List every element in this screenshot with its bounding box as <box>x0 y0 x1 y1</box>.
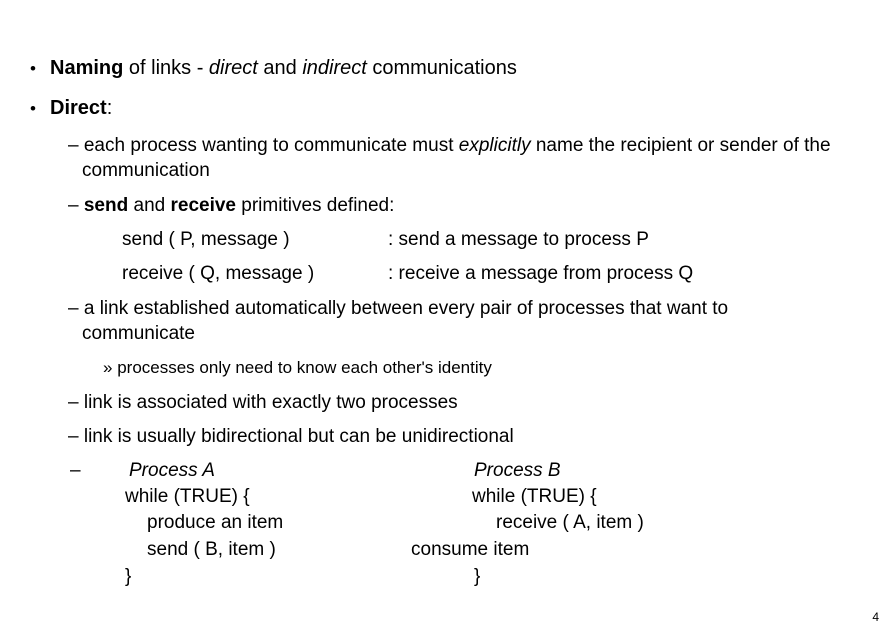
bullet-naming-plain2: and <box>257 57 303 79</box>
process-b-line-4: } <box>474 566 481 587</box>
subbullet-primitives-defined: – send and receive primitives defined: <box>68 193 872 218</box>
process-a-line-1: while (TRUE) { <box>125 486 250 507</box>
slide-canvas: • Naming of links - direct and indirect c… <box>0 0 891 630</box>
dash-marker-icon: – <box>68 426 79 447</box>
subbullet-bold-receive: receive <box>170 195 236 216</box>
primitive-description-send: : send a message to process P <box>388 229 649 250</box>
subsubbullet-identity: » processes only need to know each other… <box>103 357 492 379</box>
primitive-description-receive: : receive a message from process Q <box>388 263 694 284</box>
subbullet-link-established-text: a link established automatically between… <box>82 298 729 344</box>
process-b-line-3: consume item <box>411 539 530 560</box>
dash-marker-icon: – <box>70 460 81 481</box>
bullet-naming-text: Naming of links - direct and indirect co… <box>50 57 517 79</box>
dash-marker-icon: – <box>68 392 79 413</box>
dash-marker-icon: – <box>68 298 79 319</box>
subbullet-italic-explicitly: explicitly <box>458 135 531 156</box>
bullet-direct: • Direct: <box>30 96 112 121</box>
bullet-naming: • Naming of links - direct and indirect c… <box>30 56 517 81</box>
subbullet-primitives-tail: primitives defined: <box>236 195 395 216</box>
bullet-naming-plain3: communications <box>366 57 517 79</box>
bullet-naming-bold: Naming <box>50 57 124 79</box>
subbullet-and: and <box>128 195 171 216</box>
dash-marker-icon: – <box>68 135 79 156</box>
subbullet-link-bidirectional-text: link is usually bidirectional but can be… <box>83 426 514 447</box>
bullet-dot-icon: • <box>30 59 36 78</box>
subbullet-link-two-processes-text: link is associated with exactly two proc… <box>83 392 458 413</box>
subbullet-link-bidirectional: – link is usually bidirectional but can … <box>68 424 872 449</box>
process-a-line-4: } <box>125 566 132 587</box>
bullet-dot-icon: • <box>30 99 36 118</box>
bullet-naming-italic-direct: direct <box>208 57 258 79</box>
process-b-title: Process B <box>474 460 561 481</box>
process-b-line-1: while (TRUE) { <box>472 486 597 507</box>
process-a-line-2: produce an item <box>147 512 284 533</box>
process-a-line-3: send ( B, item ) <box>147 539 276 560</box>
subbullet-each-process: – each process wanting to communicate mu… <box>68 133 842 183</box>
subbullet-bold-send: send <box>83 195 129 216</box>
subbullet-link-established: – a link established automatically betwe… <box>68 296 842 346</box>
bullet-naming-plain1: of links - <box>123 57 209 79</box>
page-number: 4 <box>872 610 879 624</box>
process-a-title: Process A <box>129 460 215 481</box>
dash-marker-icon: – <box>68 195 79 216</box>
subbullet-each-process-plain1: each process wanting to communicate must <box>83 135 459 156</box>
subbullet-link-two-processes: – link is associated with exactly two pr… <box>68 390 872 415</box>
primitive-signature-send: send ( P, message ) <box>122 229 290 250</box>
bullet-direct-text: Direct: <box>50 97 112 119</box>
process-b-line-2: receive ( A, item ) <box>496 512 644 533</box>
primitive-signature-receive: receive ( Q, message ) <box>122 263 315 284</box>
subsubbullet-identity-text: processes only need to know each other's… <box>117 358 492 377</box>
bullet-direct-bold: Direct <box>50 97 107 119</box>
bullet-naming-italic-indirect: indirect <box>302 57 367 79</box>
bullet-direct-colon: : <box>106 97 113 119</box>
